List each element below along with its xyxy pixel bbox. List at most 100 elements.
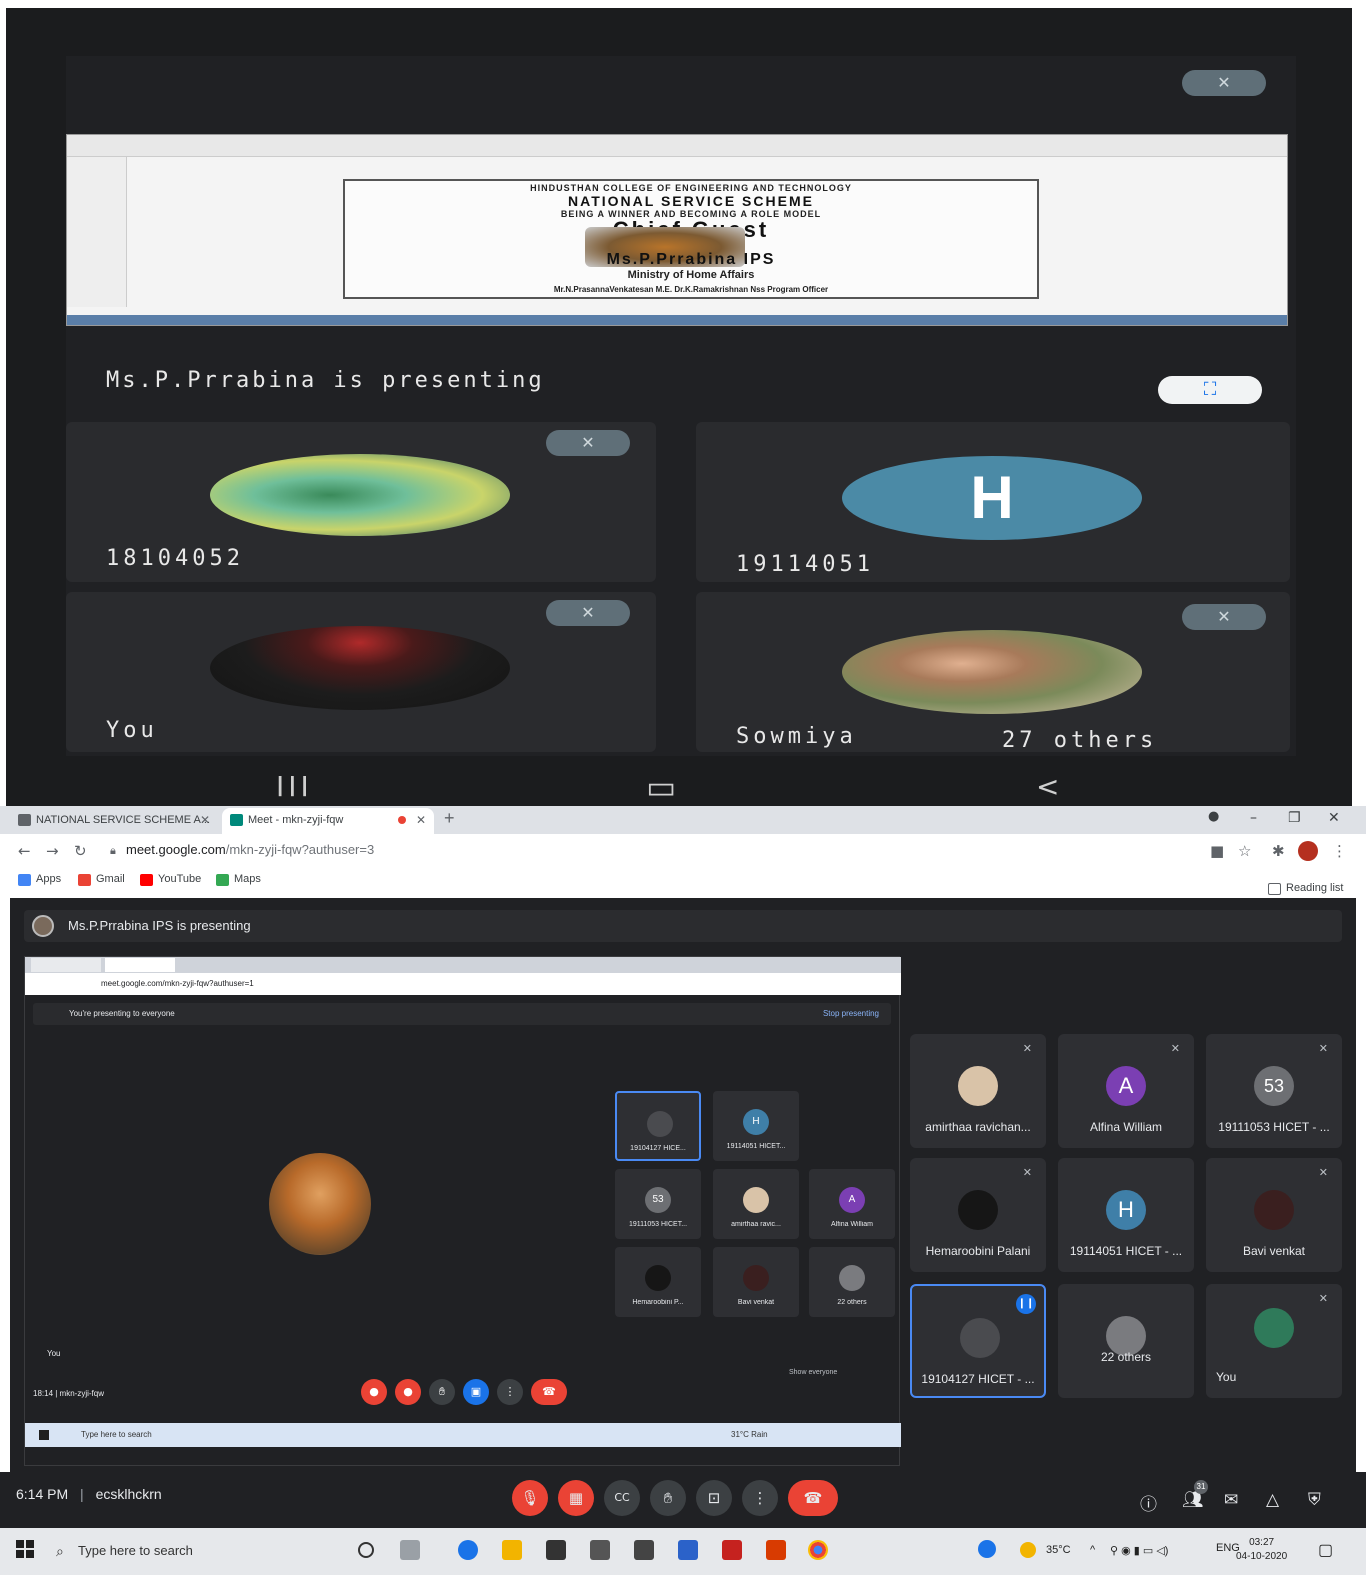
weather-icon — [1020, 1542, 1036, 1558]
url-field[interactable]: meet.google.com/mkn-zyji-fqw?authuser=3 — [126, 842, 374, 857]
store-icon[interactable] — [546, 1540, 566, 1560]
back-button[interactable]: < — [1036, 770, 1059, 803]
participant-tile-self[interactable]: You ✕ — [66, 592, 656, 752]
url-path: /mkn-zyji-fqw?authuser=3 — [225, 842, 375, 857]
avatar-initial: A — [839, 1187, 865, 1213]
banner-text: You're presenting to everyone — [69, 1009, 175, 1018]
dropbox-icon[interactable] — [634, 1540, 654, 1560]
avatar — [645, 1265, 671, 1291]
mini-tile-label: amirthaa ravic... — [731, 1221, 781, 1228]
task-view-icon[interactable] — [400, 1540, 420, 1560]
participant-tile[interactable]: ✕ Bavi venkat — [1206, 1158, 1342, 1272]
meeting-time: 6:14 PM | ecsklhckrn — [16, 1486, 162, 1502]
recents-button[interactable]: III — [276, 770, 313, 803]
presenter-avatar — [32, 915, 54, 937]
captions-button[interactable]: CC — [604, 1480, 640, 1516]
tray-chevron-icon[interactable]: ^ — [1090, 1544, 1095, 1556]
participant-tile[interactable]: 18104052 ✕ — [66, 422, 656, 582]
more-options-button[interactable]: ⋮ — [742, 1480, 778, 1516]
file-explorer-icon[interactable] — [502, 1540, 522, 1560]
tab-meet[interactable]: Meet - mkn-zyji-fqw ✕ — [222, 808, 434, 834]
close-icon[interactable]: ✕ — [200, 808, 210, 832]
back-arrow-icon[interactable]: ← — [18, 842, 31, 860]
activities-icon[interactable]: △ — [1266, 1490, 1279, 1510]
notifications-icon[interactable]: ▢ — [1318, 1540, 1333, 1560]
info-icon[interactable]: ⓘ — [1140, 1490, 1157, 1515]
weather-text[interactable]: 35°C — [1046, 1544, 1071, 1556]
participant-tile[interactable]: ✕ Hemaroobini Palani — [910, 1158, 1046, 1272]
lock-icon[interactable]: 🔒︎ — [110, 844, 116, 858]
mic-off-icon: ✕ — [1170, 1042, 1180, 1055]
app-icon[interactable] — [678, 1540, 698, 1560]
restore-icon[interactable]: ❐ — [1288, 810, 1301, 826]
poster-college: HINDUSTHAN COLLEGE OF ENGINEERING AND TE… — [530, 183, 852, 193]
mic-toggle-button[interactable]: 🎙︎ — [512, 1480, 548, 1516]
inner-taskbar: Type here to search 31°C Rain — [25, 1423, 901, 1447]
system-clock[interactable]: 03:27 04-10-2020 — [1236, 1536, 1287, 1564]
participant-tile-self[interactable]: ✕ You — [1206, 1284, 1342, 1398]
home-button[interactable]: ▭ — [646, 768, 676, 806]
chat-icon[interactable]: ✉︎ — [1224, 1490, 1238, 1510]
inner-weather: 31°C Rain — [731, 1430, 768, 1439]
bookmark-label: Apps — [36, 873, 62, 885]
camera-toggle-button[interactable]: ▦ — [558, 1480, 594, 1516]
inner-tab — [105, 958, 175, 972]
mail-icon[interactable] — [590, 1540, 610, 1560]
start-pane — [16, 1540, 24, 1548]
host-controls-icon[interactable]: ⛨ — [1308, 1490, 1321, 1510]
participant-name: 19114051 — [736, 552, 874, 577]
new-tab-button[interactable]: + — [444, 808, 455, 829]
fullscreen-icon[interactable]: ⛶ — [1158, 376, 1262, 404]
raise-hand-button[interactable]: ✋︎ — [650, 1480, 686, 1516]
office-icon[interactable] — [766, 1540, 786, 1560]
inner-address-bar: meet.google.com/mkn-zyji-fqw?authuser=1 — [25, 973, 901, 995]
poster-organisers: Mr.N.PrasannaVenkatesan M.E. Dr.K.Ramakr… — [553, 285, 829, 294]
profile-menu-icon[interactable]: ● — [1208, 809, 1219, 824]
camera-icon[interactable]: ■ — [1210, 842, 1224, 860]
star-icon[interactable]: ☆ — [1238, 842, 1251, 860]
reload-icon[interactable]: ↻ — [74, 842, 87, 860]
tab-strip: NATIONAL SERVICE SCHEME A... ✕ Meet - mk… — [0, 806, 1366, 834]
close-window-icon[interactable]: ✕ — [1328, 810, 1340, 826]
windows-icon — [39, 1430, 49, 1440]
participant-tile-speaking[interactable]: ❙❙ 19104127 HICET - ... — [910, 1284, 1046, 1398]
bookmark-apps[interactable]: Apps — [18, 873, 62, 886]
participant-tile[interactable]: H 19114051 HICET - ... — [1058, 1158, 1194, 1272]
participant-tile[interactable]: ✕ amirthaa ravichan... — [910, 1034, 1046, 1148]
cortana-icon[interactable] — [358, 1542, 374, 1558]
windows-start-icon[interactable] — [16, 1540, 34, 1558]
reading-list-label: Reading list — [1286, 882, 1344, 894]
taskbar-search[interactable]: ⌕ Type here to search — [52, 1536, 342, 1566]
participant-tile-others[interactable]: Sowmiya 27 others ✕ — [696, 592, 1290, 753]
avatar — [842, 630, 1142, 714]
avatar[interactable] — [1298, 841, 1318, 861]
youtube-icon — [140, 874, 153, 886]
people-app-icon[interactable] — [978, 1540, 996, 1558]
bookmark-maps[interactable]: Maps — [216, 873, 261, 886]
reading-list[interactable]: Reading list — [1268, 882, 1344, 895]
minimize-icon[interactable]: – — [1250, 810, 1257, 826]
android-nav-bar: III ▭ < — [6, 768, 1352, 806]
forward-arrow-icon[interactable]: → — [46, 842, 59, 860]
tab-nss[interactable]: NATIONAL SERVICE SCHEME A... ✕ — [10, 808, 218, 834]
participant-tile[interactable]: ✕ 53 19111053 HICET - ... — [1206, 1034, 1342, 1148]
more-options-icon[interactable]: ⋮ — [1332, 842, 1347, 860]
participant-tile[interactable]: H 19114051 — [696, 422, 1290, 582]
edge-icon[interactable] — [458, 1540, 478, 1560]
bookmark-label: YouTube — [158, 873, 202, 885]
poster-guest-name: Ms.P.Prrabina IPS — [606, 251, 776, 268]
mic-off-icon[interactable]: ✕ — [1182, 70, 1266, 96]
chrome-icon[interactable] — [808, 1540, 828, 1560]
bookmark-gmail[interactable]: Gmail — [78, 873, 125, 886]
participant-tile-others[interactable]: 22 others — [1058, 1284, 1194, 1398]
end-call-button[interactable]: ☎︎ — [788, 1480, 838, 1516]
slides-icon[interactable] — [722, 1540, 742, 1560]
mini-tile-label: Bavi venkat — [737, 1299, 775, 1306]
tray-icons[interactable]: ⚲ ◉ ▮ ▭ ◁) — [1110, 1544, 1168, 1557]
close-icon[interactable]: ✕ — [416, 808, 426, 832]
inner-time-code: 18:14 | mkn-zyji-fqw — [33, 1389, 104, 1398]
participant-tile[interactable]: ✕ A Alfina William — [1058, 1034, 1194, 1148]
bookmark-youtube[interactable]: YouTube — [140, 873, 202, 886]
present-button[interactable]: ⊡ — [696, 1480, 732, 1516]
extensions-icon[interactable]: ✱ — [1272, 842, 1285, 860]
